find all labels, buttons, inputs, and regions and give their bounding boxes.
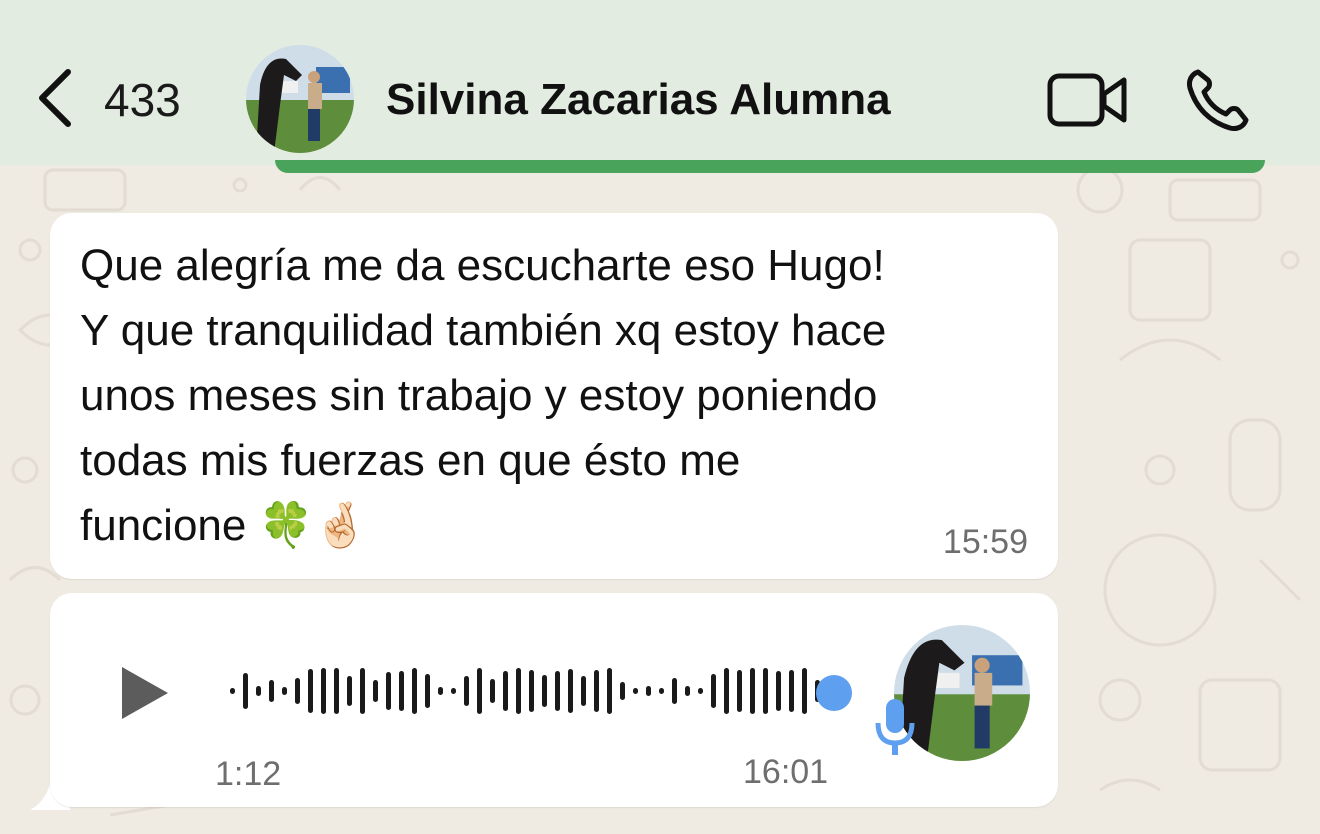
waveform-bar: [633, 688, 638, 694]
waveform-bar: [737, 670, 742, 712]
waveform-bar: [490, 679, 495, 703]
waveform-bar: [555, 671, 560, 711]
microphone-icon: [874, 697, 916, 762]
voice-call-button[interactable]: [1184, 66, 1252, 139]
video-call-button[interactable]: [1046, 70, 1130, 135]
waveform-bar: [256, 686, 261, 696]
waveform-bar: [360, 668, 365, 714]
waveform-bar: [516, 668, 521, 714]
waveform-bar: [295, 678, 300, 704]
waveform-bar: [269, 680, 274, 702]
waveform-bar: [646, 686, 651, 696]
waveform-bar: [607, 668, 612, 714]
waveform-bar: [386, 672, 391, 710]
waveform-bar: [347, 676, 352, 706]
play-icon: [120, 667, 170, 725]
play-button[interactable]: [120, 665, 170, 726]
waveform-bar: [581, 676, 586, 706]
unread-count[interactable]: 433: [104, 70, 181, 130]
voice-duration: 1:12: [215, 755, 282, 793]
voice-timestamp: 16:01: [743, 753, 829, 791]
waveform-bar: [542, 675, 547, 707]
waveform-bar: [412, 668, 417, 714]
waveform-bar: [451, 688, 456, 694]
text-message-bubble[interactable]: Que alegría me da escucharte eso Hugo! Y…: [50, 213, 1058, 579]
waveform-bar: [763, 668, 768, 714]
waveform-bar: [529, 670, 534, 712]
waveform-bar: [711, 674, 716, 708]
waveform-bar: [399, 671, 404, 711]
waveform-bar: [308, 669, 313, 713]
waveform-bar: [698, 688, 703, 694]
waveform-bar: [503, 671, 508, 711]
waveform-bar: [776, 671, 781, 711]
contact-name[interactable]: Silvina Zacarias Alumna: [386, 72, 891, 128]
waveform-bar: [243, 673, 248, 709]
waveform-bar: [750, 668, 755, 714]
back-chevron-icon: [34, 66, 74, 135]
waveform-bar: [685, 686, 690, 696]
message-text: Que alegría me da escucharte eso Hugo! Y…: [80, 241, 887, 550]
waveform-bar: [477, 668, 482, 714]
voice-message-bubble[interactable]: 1:12 16:01: [50, 593, 1058, 807]
waveform-bar: [334, 668, 339, 714]
waveform-bar: [620, 682, 625, 700]
waveform-bar: [672, 678, 677, 704]
waveform-bar: [321, 668, 326, 714]
playback-scrubber[interactable]: [816, 675, 852, 711]
back-button[interactable]: [34, 68, 74, 132]
contact-avatar[interactable]: [246, 45, 354, 153]
waveform-bar: [789, 670, 794, 712]
waveform-bar: [659, 688, 664, 694]
waveform-bar: [230, 688, 235, 694]
waveform-bar: [594, 670, 599, 712]
waveform-bar: [724, 668, 729, 714]
waveform-bar: [464, 676, 469, 706]
phone-icon: [1184, 69, 1252, 138]
waveform-bar: [438, 687, 443, 695]
waveform-bar: [568, 669, 573, 713]
waveform-bar: [373, 680, 378, 702]
waveform-bar: [802, 668, 807, 714]
header-accent-strip: [275, 160, 1265, 173]
voice-waveform[interactable]: [226, 661, 866, 721]
waveform-bar: [425, 674, 430, 708]
message-timestamp: 15:59: [942, 523, 1028, 561]
video-call-icon: [1046, 73, 1130, 134]
waveform-bar: [282, 687, 287, 695]
